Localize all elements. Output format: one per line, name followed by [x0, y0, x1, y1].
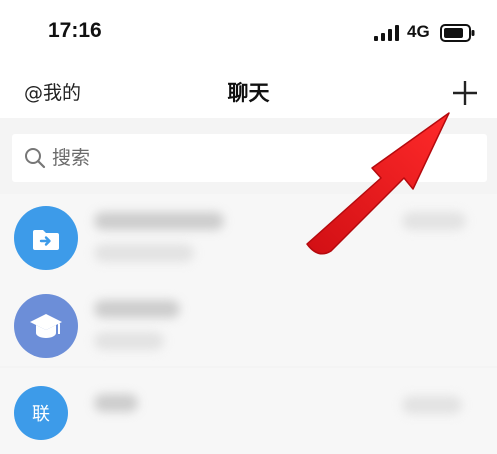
search-input[interactable]: 搜索: [52, 134, 90, 182]
list-item[interactable]: [0, 194, 497, 280]
blurred-chat-name: [94, 394, 138, 412]
signal-icon: [374, 25, 399, 41]
page-title: 聊天: [227, 81, 270, 105]
nav-bar: @我的 聊天: [0, 64, 497, 118]
avatar: [14, 294, 78, 358]
folder-arrow-icon: [33, 230, 59, 250]
blurred-chat-time: [402, 212, 466, 230]
graduation-cap-icon: [30, 314, 62, 338]
chat-content: 搜索 联: [0, 118, 497, 454]
search-icon: [25, 148, 46, 169]
list-item[interactable]: [0, 280, 497, 366]
add-button[interactable]: [450, 78, 480, 108]
list-item[interactable]: 联: [0, 368, 497, 454]
blurred-chat-name: [94, 300, 180, 318]
avatar-initial: 联: [32, 404, 50, 425]
avatar: [14, 206, 78, 270]
network-label: 4G: [407, 22, 430, 41]
search-bar[interactable]: 搜索: [12, 134, 487, 182]
blurred-chat-preview: [94, 244, 194, 262]
avatar: 联: [14, 386, 68, 440]
blurred-chat-preview: [94, 332, 164, 350]
status-time: 17:16: [48, 19, 102, 42]
battery-icon: [440, 24, 475, 42]
status-bar: 17:16 4G: [0, 0, 497, 64]
blurred-chat-time: [402, 396, 462, 414]
blurred-chat-name: [94, 212, 224, 230]
plus-icon: [453, 81, 477, 105]
